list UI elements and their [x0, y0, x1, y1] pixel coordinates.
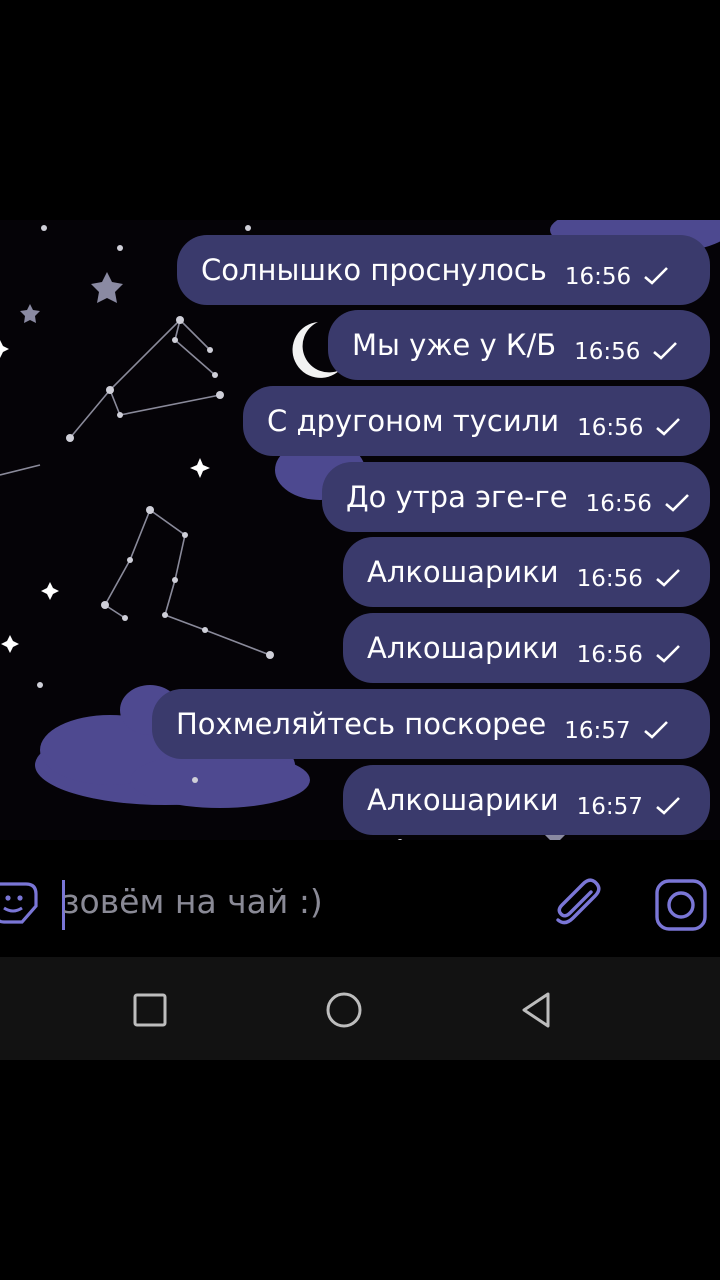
message-bubble[interactable]: С другоном тусили 16:56	[243, 386, 710, 456]
message-bubble[interactable]: Алкошарики 16:56	[343, 537, 710, 607]
message-time: 16:57	[564, 718, 631, 744]
message-text: Мы уже у К/Б	[352, 328, 557, 362]
sticker-icon[interactable]	[0, 876, 42, 932]
check-icon	[656, 645, 680, 663]
message-bubble[interactable]: Солнышко проснулось 16:56	[177, 235, 710, 305]
message-text: До утра эге-ге	[346, 480, 568, 514]
check-icon	[653, 342, 678, 360]
message-text: Алкошарики	[367, 783, 559, 817]
message-input[interactable]: зовём на чай :)	[62, 882, 323, 921]
message-bubble[interactable]: До утра эге-ге 16:56	[322, 462, 710, 532]
check-icon	[643, 721, 668, 739]
message-text: С другоном тусили	[267, 404, 560, 438]
circle-icon[interactable]	[322, 988, 366, 1032]
paperclip-icon[interactable]	[553, 878, 603, 930]
square-icon[interactable]	[128, 988, 172, 1032]
message-time: 16:56	[576, 566, 643, 592]
message-text: Алкошарики	[367, 631, 559, 665]
check-icon	[656, 797, 680, 815]
chat-area[interactable]: Солнышко проснулось 16:56 Мы уже у К/Б 1…	[0, 220, 720, 840]
message-time: 16:56	[576, 642, 643, 668]
message-bubble[interactable]: Алкошарики 16:57	[343, 765, 710, 835]
triangle-back-icon[interactable]	[515, 988, 559, 1032]
check-icon	[656, 418, 681, 436]
message-text: Похмеляйтесь поскорее	[176, 707, 547, 741]
check-icon	[644, 267, 669, 285]
message-time: 16:56	[564, 264, 632, 290]
message-time: 16:57	[576, 794, 643, 820]
message-time: 16:56	[585, 491, 652, 517]
message-text: Алкошарики	[367, 555, 559, 589]
check-icon	[665, 494, 689, 512]
check-icon	[656, 569, 680, 587]
message-bubble[interactable]: Похмеляйтесь поскорее 16:57	[152, 689, 710, 759]
camera-icon[interactable]	[654, 878, 708, 932]
message-text: Солнышко проснулось	[201, 253, 547, 287]
message-bubble[interactable]: Алкошарики 16:56	[343, 613, 710, 683]
message-bubble[interactable]: Мы уже у К/Б 16:56	[328, 310, 710, 380]
message-time: 16:56	[577, 415, 644, 441]
message-time: 16:56	[574, 339, 641, 365]
